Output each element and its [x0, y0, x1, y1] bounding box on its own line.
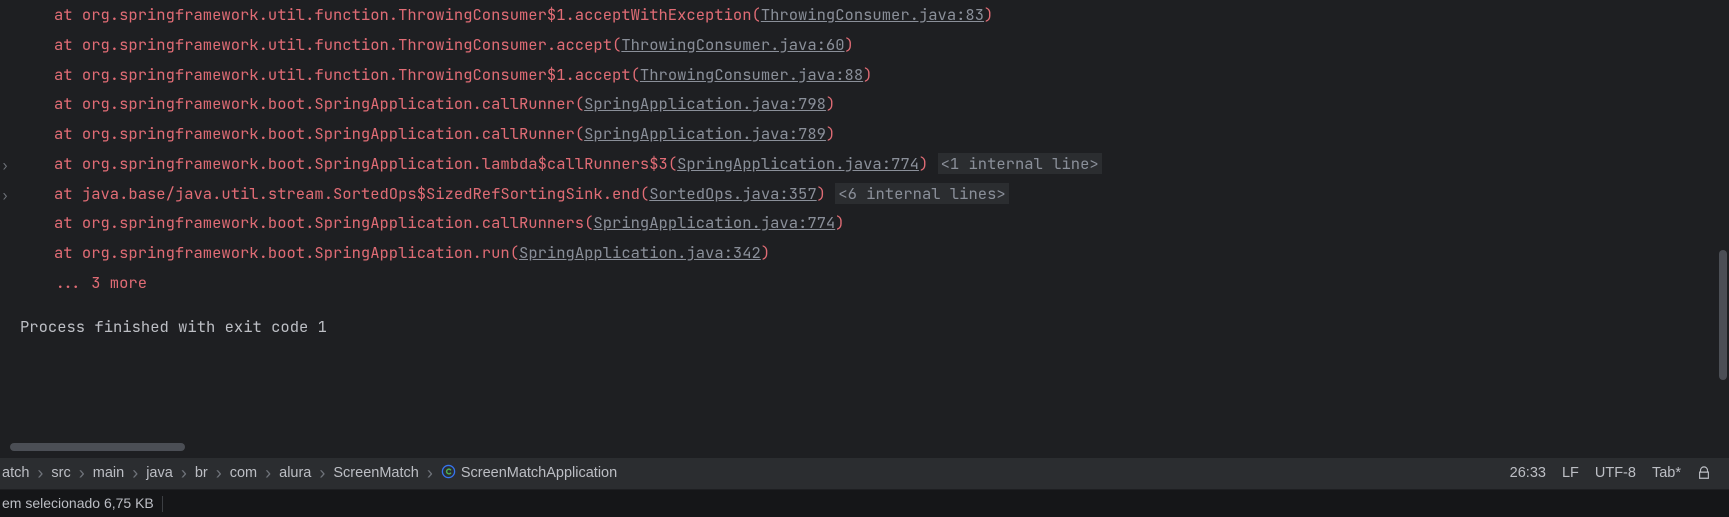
horizontal-scrollbar[interactable]: [10, 443, 185, 451]
vertical-scrollbar[interactable]: [1719, 250, 1727, 380]
bottom-status-bar: em selecionado 6,75 KB: [0, 490, 1729, 517]
breadcrumb-label: atch: [2, 465, 29, 481]
breadcrumb-path: atch›src›main›java›br›com›alura›ScreenMa…: [0, 460, 1510, 488]
console-output[interactable]: at org.springframework.util.function.Thr…: [0, 0, 1729, 452]
breadcrumb-item[interactable]: java: [144, 460, 175, 488]
breadcrumb-item[interactable]: com: [228, 460, 259, 488]
breadcrumb-item[interactable]: ScreenMatch: [331, 460, 420, 488]
breadcrumb-item[interactable]: br: [193, 460, 210, 488]
at-keyword: at: [54, 4, 82, 25]
source-link[interactable]: SpringApplication.java:342: [519, 242, 761, 263]
stack-more-line[interactable]: ... 3 more: [10, 268, 1729, 298]
breadcrumb-item[interactable]: alura: [277, 460, 313, 488]
class-file-icon: [441, 464, 456, 479]
stack-trace-line: at org.springframework.boot.SpringApplic…: [10, 149, 1729, 179]
breadcrumb-item[interactable]: ScreenMatchApplication: [439, 460, 619, 488]
stack-method: org.springframework.boot.SpringApplicati…: [82, 242, 510, 263]
breadcrumb-label: ScreenMatchApplication: [461, 465, 617, 481]
stack-trace-line: at org.springframework.boot.SpringApplic…: [10, 208, 1729, 238]
source-link[interactable]: SpringApplication.java:774: [677, 153, 919, 174]
source-link[interactable]: SpringApplication.java:789: [584, 123, 826, 144]
internal-lines-badge[interactable]: <6 internal lines>: [835, 183, 1008, 204]
cursor-position[interactable]: 26:33: [1510, 460, 1546, 488]
process-exit-line: Process finished with exit code 1: [10, 312, 1729, 342]
breadcrumb-label: com: [230, 465, 257, 481]
breadcrumb-label: ScreenMatch: [333, 465, 418, 481]
expand-arrow-icon[interactable]: ›: [0, 154, 10, 179]
at-keyword: at: [54, 93, 82, 114]
stack-trace-line: at org.springframework.boot.SpringApplic…: [10, 238, 1729, 268]
breadcrumb-item[interactable]: src: [49, 460, 72, 488]
at-keyword: at: [54, 212, 82, 233]
breadcrumb-item[interactable]: atch: [0, 460, 31, 488]
at-keyword: at: [54, 64, 82, 85]
status-right: 26:33 LF UTF-8 Tab*: [1510, 460, 1721, 488]
status-separator: [162, 496, 163, 512]
selection-info: em selecionado 6,75 KB: [2, 490, 154, 517]
file-encoding[interactable]: UTF-8: [1595, 460, 1636, 488]
chevron-right-icon: ›: [31, 464, 49, 482]
stack-method: org.springframework.boot.SpringApplicati…: [82, 123, 575, 144]
at-keyword: at: [54, 34, 82, 55]
stack-method: org.springframework.boot.SpringApplicati…: [82, 93, 575, 114]
source-link[interactable]: SpringApplication.java:798: [584, 93, 826, 114]
source-link[interactable]: SpringApplication.java:774: [593, 212, 835, 233]
expand-arrow-icon[interactable]: ›: [0, 184, 10, 209]
stack-trace-line: at java.base/java.util.stream.SortedOps$…: [10, 179, 1729, 209]
source-link[interactable]: SortedOps.java:357: [649, 183, 816, 204]
chevron-right-icon: ›: [126, 464, 144, 482]
stack-trace-line: at org.springframework.boot.SpringApplic…: [10, 89, 1729, 119]
line-separator[interactable]: LF: [1562, 460, 1579, 488]
at-keyword: at: [54, 242, 82, 263]
stack-method: org.springframework.boot.SpringApplicati…: [82, 212, 584, 233]
breadcrumb-label: main: [93, 465, 124, 481]
readonly-lock-icon[interactable]: [1697, 466, 1711, 480]
at-keyword: at: [54, 123, 82, 144]
at-keyword: at: [54, 183, 82, 204]
at-keyword: at: [54, 153, 82, 174]
breadcrumb-label: alura: [279, 465, 311, 481]
chevron-right-icon: ›: [421, 464, 439, 482]
source-link[interactable]: ThrowingConsumer.java:83: [761, 4, 984, 25]
breadcrumb-label: br: [195, 465, 208, 481]
stack-method: java.base/java.util.stream.SortedOps$Siz…: [82, 183, 640, 204]
stack-method: org.springframework.util.function.Throwi…: [82, 64, 631, 85]
stack-trace-line: at org.springframework.boot.SpringApplic…: [10, 119, 1729, 149]
breadcrumb-label: src: [51, 465, 70, 481]
stack-trace-line: at org.springframework.util.function.Thr…: [10, 0, 1729, 30]
stack-trace-line: at org.springframework.util.function.Thr…: [10, 30, 1729, 60]
breadcrumb-item[interactable]: main: [91, 460, 126, 488]
stack-method: org.springframework.boot.SpringApplicati…: [82, 153, 668, 174]
source-link[interactable]: ThrowingConsumer.java:60: [621, 34, 844, 55]
chevron-right-icon: ›: [313, 464, 331, 482]
stack-method: org.springframework.util.function.Throwi…: [82, 4, 752, 25]
breadcrumb-bar: atch›src›main›java›br›com›alura›ScreenMa…: [0, 457, 1729, 489]
indent-mode[interactable]: Tab*: [1652, 460, 1681, 488]
stack-trace-line: at org.springframework.util.function.Thr…: [10, 60, 1729, 90]
chevron-right-icon: ›: [210, 464, 228, 482]
breadcrumb-label: java: [146, 465, 173, 481]
chevron-right-icon: ›: [175, 464, 193, 482]
stack-method: org.springframework.util.function.Throwi…: [82, 34, 612, 55]
internal-lines-badge[interactable]: <1 internal line>: [938, 153, 1102, 174]
chevron-right-icon: ›: [259, 464, 277, 482]
chevron-right-icon: ›: [73, 464, 91, 482]
source-link[interactable]: ThrowingConsumer.java:88: [640, 64, 863, 85]
